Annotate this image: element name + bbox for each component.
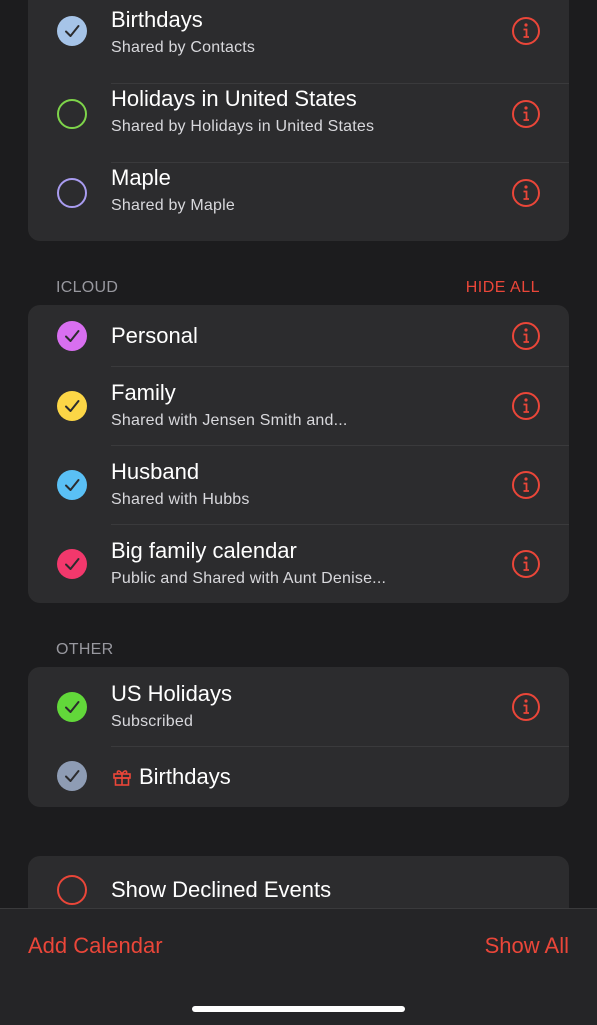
row-divider: [111, 366, 569, 367]
info-icon: [523, 106, 529, 121]
calendar-row-big-family[interactable]: Big family calendar Public and Shared wi…: [28, 524, 569, 603]
declined-checkbox[interactable]: [57, 875, 87, 905]
add-calendar-button[interactable]: Add Calendar: [28, 933, 163, 959]
row-divider: [111, 524, 569, 525]
row-divider: [111, 83, 569, 84]
info-icon: [523, 477, 529, 492]
checkmark-icon: [65, 701, 80, 713]
calendar-row-maple[interactable]: Maple Shared by Maple: [28, 162, 569, 241]
info-button[interactable]: [512, 322, 540, 350]
info-icon: [523, 23, 529, 38]
checkmark-icon: [65, 25, 80, 37]
calendar-title: US Holidays: [111, 681, 233, 706]
info-button[interactable]: [512, 100, 540, 128]
calendar-checkbox[interactable]: [57, 178, 87, 208]
hide-all-button[interactable]: HIDE ALL: [466, 279, 540, 297]
calendar-subtitle: Subscribed: [111, 713, 194, 730]
calendar-checkbox[interactable]: [57, 692, 87, 722]
info-button[interactable]: [512, 392, 540, 420]
icloud-calendars-group: Personal Family Shared with Jensen Smith…: [28, 305, 569, 603]
section-header-other: OTHER: [56, 641, 114, 658]
calendar-title: Big family calendar: [111, 538, 297, 563]
checkmark-icon: [65, 479, 80, 491]
info-button[interactable]: [512, 17, 540, 45]
calendar-title: Birthdays: [111, 7, 203, 32]
info-icon: [523, 185, 529, 200]
calendar-checkbox[interactable]: [57, 16, 87, 46]
calendar-subtitle: Shared with Hubbs: [111, 491, 250, 508]
row-divider: [111, 445, 569, 446]
shared-calendars-group: Birthdays Shared by Contacts Holidays in…: [28, 0, 569, 241]
calendar-row-us-holidays[interactable]: US Holidays Subscribed: [28, 667, 569, 746]
calendar-subtitle: Shared by Maple: [111, 197, 235, 214]
checkmark-icon: [65, 330, 80, 342]
checkmark-icon: [65, 558, 80, 570]
calendar-checkbox[interactable]: [57, 99, 87, 129]
calendar-title: Holidays in United States: [111, 86, 357, 111]
calendar-title: Personal: [111, 323, 198, 348]
home-indicator[interactable]: [192, 1006, 405, 1012]
calendar-subtitle: Shared by Contacts: [111, 39, 256, 56]
calendar-row-husband[interactable]: Husband Shared with Hubbs: [28, 445, 569, 524]
calendar-checkbox[interactable]: [57, 391, 87, 421]
info-button[interactable]: [512, 693, 540, 721]
calendar-subtitle: Shared with Jensen Smith and...: [111, 412, 348, 429]
row-divider: [111, 746, 569, 747]
other-calendars-group: US Holidays Subscribed Birthdays: [28, 667, 569, 807]
calendar-row-holidays-us[interactable]: Holidays in United States Shared by Holi…: [28, 83, 569, 162]
gift-icon: [113, 770, 131, 786]
calendar-row-family[interactable]: Family Shared with Jensen Smith and...: [28, 366, 569, 445]
info-button[interactable]: [512, 550, 540, 578]
calendar-row-personal[interactable]: Personal: [28, 305, 569, 366]
checkmark-icon: [65, 400, 80, 412]
calendar-title: Family: [111, 380, 176, 405]
calendar-subtitle: Shared by Holidays in United States: [111, 118, 375, 135]
info-icon: [523, 556, 529, 571]
calendar-checkbox[interactable]: [57, 470, 87, 500]
info-icon: [523, 699, 529, 714]
calendar-title: Husband: [111, 459, 200, 484]
declined-title: Show Declined Events: [111, 877, 332, 902]
info-icon: [523, 398, 529, 413]
calendar-row-birthdays[interactable]: Birthdays: [28, 746, 569, 807]
calendar-checkbox[interactable]: [57, 761, 87, 791]
calendar-checkbox[interactable]: [57, 549, 87, 579]
info-icon: [523, 328, 529, 343]
info-button[interactable]: [512, 179, 540, 207]
show-all-button[interactable]: Show All: [485, 933, 569, 959]
checkmark-icon: [65, 770, 80, 782]
calendar-checkbox[interactable]: [57, 321, 87, 351]
calendar-title: Birthdays: [139, 764, 231, 789]
info-button[interactable]: [512, 471, 540, 499]
section-header-icloud: ICLOUD: [56, 279, 119, 296]
calendar-title: Maple: [111, 165, 171, 190]
calendar-subtitle: Public and Shared with Aunt Denise...: [111, 570, 387, 587]
calendar-row-birthdays-contacts[interactable]: Birthdays Shared by Contacts: [28, 0, 569, 79]
row-divider: [111, 162, 569, 163]
